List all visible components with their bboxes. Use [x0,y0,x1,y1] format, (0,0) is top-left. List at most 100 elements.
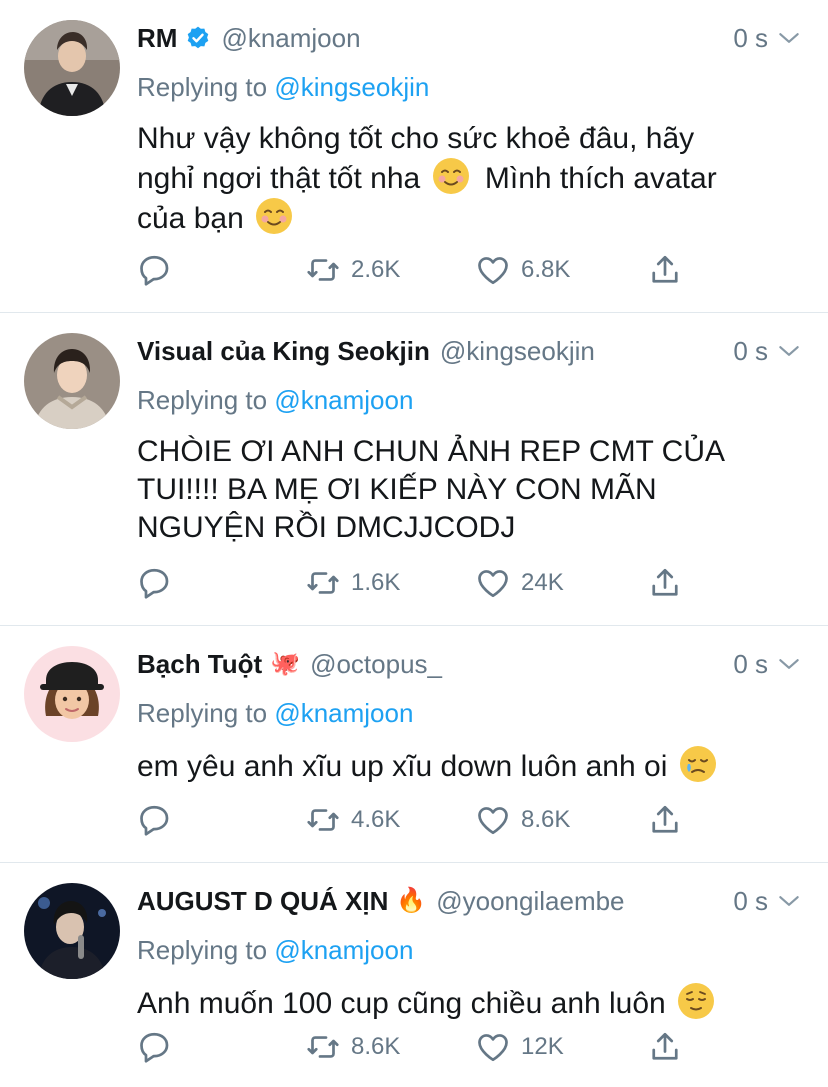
retweet-button[interactable]: 2.6K [305,250,400,290]
like-icon [475,802,511,838]
share-button[interactable] [647,563,683,603]
tweet-actions: 1.6K 24K [137,563,697,603]
display-name[interactable]: AUGUST D QUÁ XỊN [137,886,388,917]
share-icon [647,252,683,288]
tweet-actions: 8.6K 12K [137,1027,697,1067]
share-icon [647,802,683,838]
retweet-icon [305,1029,341,1065]
tweet[interactable]: Visual của King Seokjin @kingseokjin 0 s… [0,313,828,626]
share-button[interactable] [647,800,683,840]
retweet-count: 1.6K [351,569,401,596]
avatar[interactable] [24,333,120,429]
retweet-button[interactable]: 8.6K [305,1027,400,1067]
reply-icon [137,565,173,601]
avatar[interactable] [24,883,120,979]
retweet-count: 8.6K [351,1033,401,1060]
avatar[interactable] [24,646,120,742]
like-count: 6.8K [521,256,571,283]
avatar-photo [24,333,120,429]
like-button[interactable]: 8.6K [475,800,570,840]
tweet-text-line: Anh muốn 100 cup cũng chiều anh luôn [137,987,666,1020]
retweet-count: 4.6K [351,806,401,833]
smiling-face-icon [432,158,469,194]
replying-to: Replying to @knamjoon [137,385,413,416]
relieved-face-icon [678,983,715,1019]
chevron-down-icon[interactable] [776,888,802,914]
tweet-text-line: CHÒIE ƠI ANH CHUN ẢNH REP CMT CỦA [137,435,726,468]
chevron-down-icon[interactable] [776,651,802,677]
replying-to: Replying to @knamjoon [137,698,413,729]
retweet-count: 2.6K [351,256,401,283]
retweet-icon [305,252,341,288]
retweet-icon [305,565,341,601]
reply-icon [137,802,173,838]
crying-face-icon [679,746,716,782]
tweet[interactable]: RM @knamjoon 0 s Replying to @kingseokji… [0,0,828,313]
share-button[interactable] [647,1027,683,1067]
timestamp: 0 s [733,335,768,366]
reply-button[interactable] [137,1027,173,1067]
reply-mention-link[interactable]: @kingseokjin [274,72,429,102]
retweet-button[interactable]: 4.6K [305,800,400,840]
retweet-button[interactable]: 1.6K [305,563,400,603]
octopus-emoji: 🐙 [270,650,301,677]
display-name[interactable]: Bạch Tuột [137,649,262,680]
like-icon [475,565,511,601]
like-button[interactable]: 6.8K [475,250,570,290]
tweet-text-line: Mình thích avatar [484,162,717,195]
chevron-down-icon[interactable] [776,338,802,364]
tweet-text: em yêu anh xĩu up xĩu down luôn anh oi [137,746,787,786]
tweet[interactable]: Bạch Tuột 🐙 @octopus_ 0 s Replying to @k… [0,626,828,863]
avatar-photo [24,883,120,979]
tweet-text: CHÒIE ƠI ANH CHUN ẢNH REP CMT CỦA TUI!!!… [137,433,787,547]
reply-button[interactable] [137,250,173,290]
timestamp: 0 s [733,648,768,679]
user-handle[interactable]: @yoongilaembe [436,886,624,917]
tweet-text-line: em yêu anh xĩu up xĩu down luôn anh oi [137,750,668,783]
like-count: 8.6K [521,806,571,833]
reply-mention-link[interactable]: @knamjoon [274,698,413,728]
replying-label: Replying to [137,72,268,102]
share-icon [647,1029,683,1065]
tweet-actions: 4.6K 8.6K [137,800,697,840]
replying-to: Replying to @kingseokjin [137,72,429,103]
reply-icon [137,1029,173,1065]
tweet[interactable]: AUGUST D QUÁ XỊN 🔥 @yoongilaembe 0 s Rep… [0,863,828,1087]
like-button[interactable]: 12K [475,1027,564,1067]
user-handle[interactable]: @knamjoon [221,23,360,54]
tweet-text: Như vậy không tốt cho sức khoẻ đâu, hãy … [137,120,787,238]
user-handle[interactable]: @kingseokjin [440,336,595,367]
replying-label: Replying to [137,698,268,728]
tweet-text-line: TUI!!!! BA MẸ ƠI KIẾP NÀY CON MÃN [137,473,657,506]
reply-mention-link[interactable]: @knamjoon [274,385,413,415]
timestamp: 0 s [733,885,768,916]
tweet-actions: 2.6K 6.8K [137,250,697,290]
user-handle[interactable]: @octopus_ [310,649,442,680]
share-icon [647,565,683,601]
timestamp: 0 s [733,22,768,53]
reply-button[interactable] [137,563,173,603]
reply-button[interactable] [137,800,173,840]
avatar[interactable] [24,20,120,116]
share-button[interactable] [647,250,683,290]
reply-icon [137,252,173,288]
chevron-down-icon[interactable] [776,25,802,51]
avatar-photo [24,646,120,742]
reply-mention-link[interactable]: @knamjoon [274,935,413,965]
tweet-text-line: NGUYỆN RỒI DMCJJCODJ [137,511,516,544]
like-count: 12K [521,1033,564,1060]
display-name[interactable]: RM [137,23,177,54]
replying-label: Replying to [137,935,268,965]
avatar-photo [24,20,120,116]
tweet-text: Anh muốn 100 cup cũng chiều anh luôn [137,983,787,1023]
tweet-text-line: Như vậy không tốt cho sức khoẻ đâu, hãy [137,122,695,155]
display-name[interactable]: Visual của King Seokjin [137,336,430,367]
replying-label: Replying to [137,385,268,415]
replying-to: Replying to @knamjoon [137,935,413,966]
like-icon [475,252,511,288]
tweet-text-line: nghỉ ngơi thật tốt nha [137,162,421,195]
tweet-text-line: của bạn [137,202,244,235]
like-count: 24K [521,569,564,596]
like-button[interactable]: 24K [475,563,564,603]
like-icon [475,1029,511,1065]
